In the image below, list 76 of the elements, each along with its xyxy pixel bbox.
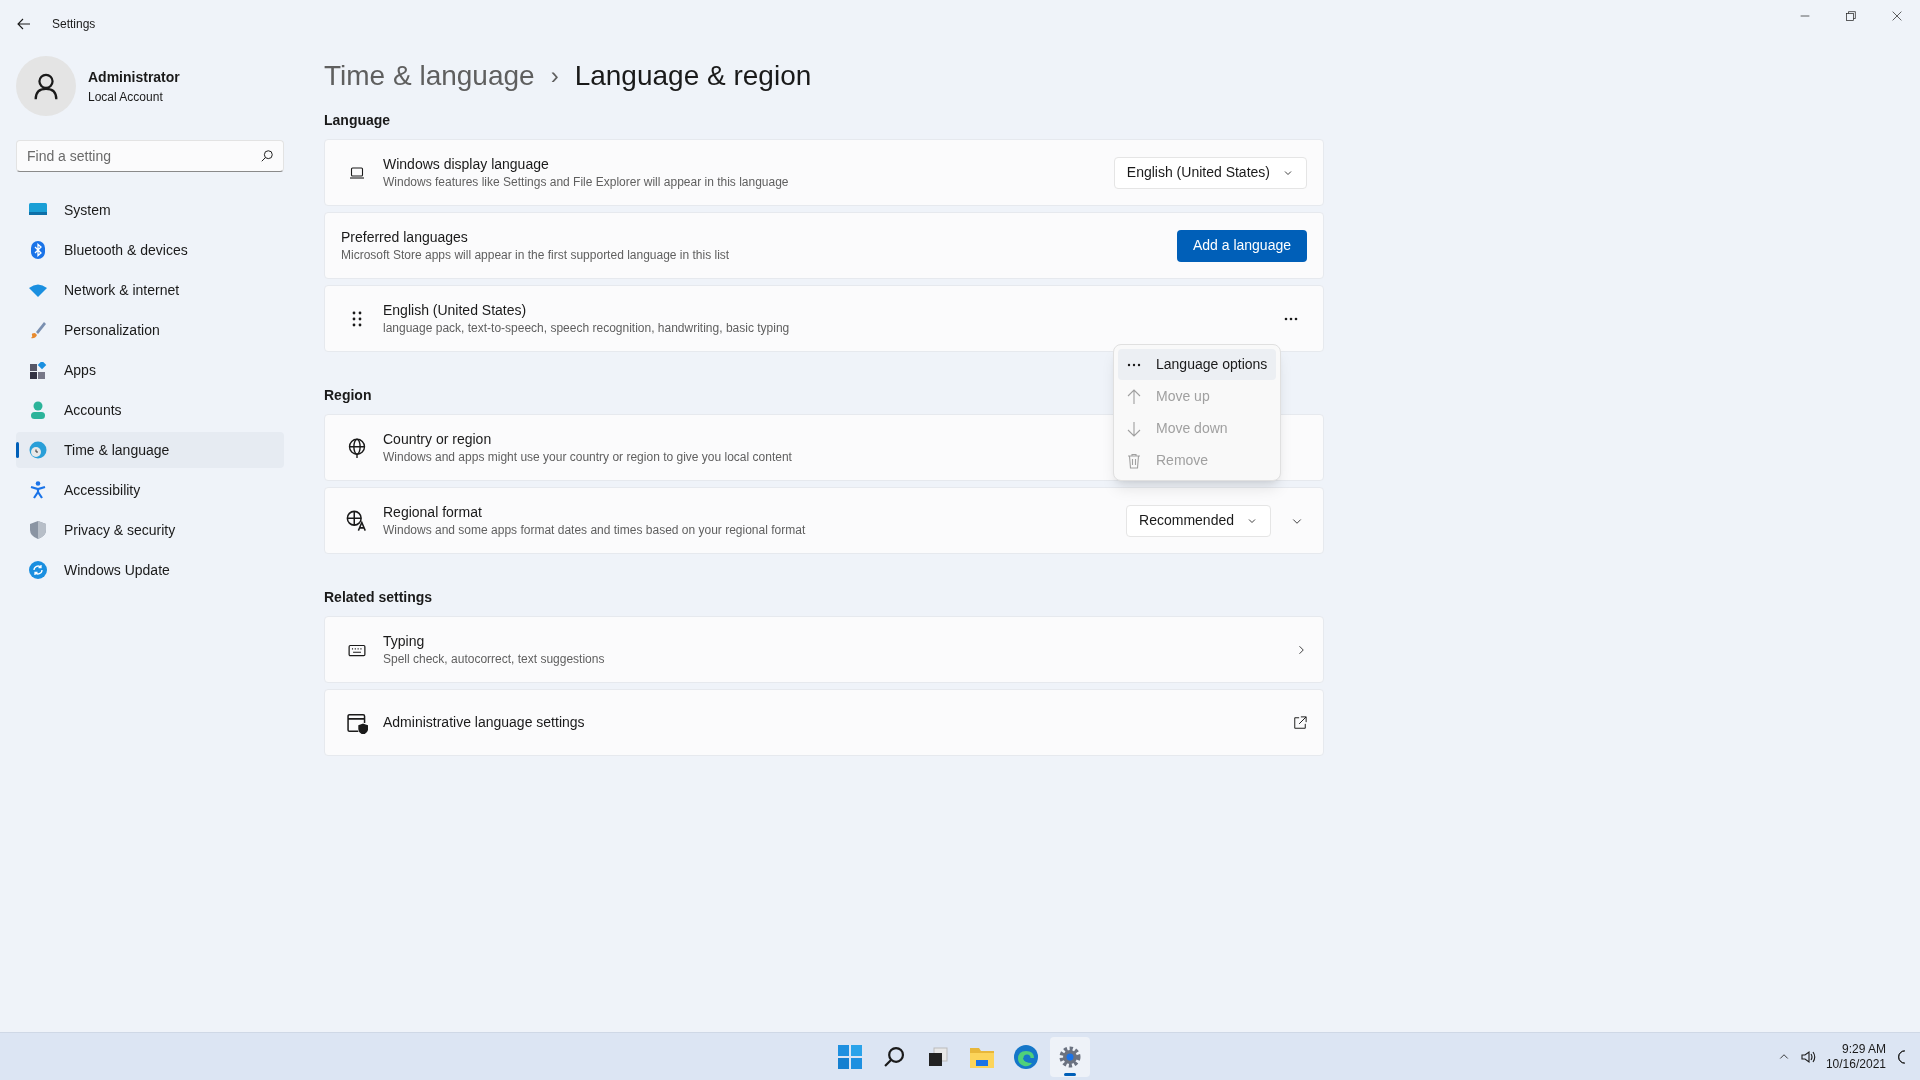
section-heading: Related settings [324, 588, 433, 607]
wifi-icon [29, 283, 47, 297]
windows-logo-icon [838, 1044, 862, 1069]
restore-icon [1846, 11, 1856, 21]
shield-icon [30, 521, 46, 539]
menu-item[interactable]: Language options [1118, 349, 1276, 380]
more-icon [1284, 316, 1298, 321]
clock-time[interactable]: 9:29 AM [1841, 1041, 1886, 1057]
laptop-icon [347, 164, 367, 181]
globe-icon [347, 437, 367, 458]
nav-item[interactable]: Privacy & security [16, 512, 284, 548]
add-language-button[interactable]: Add a language [1176, 229, 1307, 262]
selection-indicator [16, 442, 19, 458]
sync-icon [29, 561, 47, 579]
card-description: Windows features like Settings and File Explorer will appear in this language [383, 174, 789, 190]
card-description: Spell check, autocorrect, text suggestions [383, 651, 605, 667]
drag-handle-icon [352, 310, 362, 327]
folder-icon [970, 1045, 994, 1068]
breadcrumb-separator: › [550, 61, 559, 91]
monitor-icon [29, 203, 47, 217]
back-button[interactable] [16, 16, 32, 32]
account-name: Administrator [88, 67, 180, 87]
close-icon [1892, 11, 1902, 21]
nav-item[interactable]: Personalization [16, 312, 284, 348]
arrow-up-icon [1126, 388, 1142, 405]
breadcrumb-parent[interactable]: Time & language [324, 55, 535, 97]
arrow-down-icon [1126, 420, 1142, 437]
section-heading: Language [324, 111, 391, 130]
card-title: English (United States) [383, 301, 527, 320]
clock-date[interactable]: 10/16/2021 [1825, 1056, 1886, 1072]
nav-item[interactable]: Network & internet [16, 272, 284, 308]
search-icon [260, 149, 274, 163]
task-view-icon [927, 1045, 949, 1068]
page-title: Language & region [574, 59, 812, 93]
card-title: Typing [383, 632, 425, 651]
bluetooth-icon [31, 241, 45, 259]
back-arrow-icon [16, 16, 32, 32]
nav-item[interactable]: Accessibility [16, 472, 284, 508]
nav-item[interactable]: Accounts [16, 392, 284, 428]
globe-letter-icon [346, 509, 368, 532]
card-description: Windows and some apps format dates and times based on your regional format [383, 522, 806, 538]
card-title: Windows display language [383, 155, 549, 174]
card-description: Microsoft Store apps will appear in the first supported language in this list [341, 247, 730, 263]
card-description: language pack, text-to-speech, speech recognition, handwriting, basic typing [383, 320, 790, 336]
section-heading: Region [324, 386, 372, 405]
nav-item[interactable]: Windows Update [16, 552, 284, 588]
nav-item[interactable]: Bluetooth & devices [16, 232, 284, 268]
card-description: Windows and apps might use your country or region to give you local content [383, 449, 792, 465]
format-dropdown[interactable]: Recommended [1126, 504, 1271, 537]
window-shield-icon [346, 711, 368, 734]
more-icon [1127, 362, 1141, 367]
trash-icon [1126, 452, 1142, 469]
apps-icon [29, 361, 47, 379]
card-title: Preferred languages [341, 228, 468, 247]
speaker-icon[interactable] [1799, 1048, 1816, 1065]
gear-icon [1058, 1044, 1082, 1069]
search-icon [883, 1045, 905, 1068]
globe-clock-icon [29, 441, 47, 459]
account-type: Local Account [88, 88, 164, 106]
search-field[interactable]: Find a setting [16, 140, 284, 172]
browser-icon [1014, 1044, 1038, 1069]
nav-item[interactable]: Time & language [16, 432, 284, 468]
card-title: Administrative language settings [383, 713, 585, 732]
card-title: Country or region [383, 430, 492, 449]
settings-card[interactable]: Typing Spell check, autocorrect, text suggestions [324, 616, 1324, 683]
nav-item[interactable]: Apps [16, 352, 284, 388]
active-indicator [1064, 1072, 1076, 1076]
card-title: Regional format [383, 503, 482, 522]
window-title: Settings [52, 16, 96, 33]
brush-icon [30, 321, 46, 339]
person-icon [30, 401, 46, 419]
language-dropdown[interactable]: English (United States) [1113, 156, 1307, 189]
nav-item[interactable]: System [16, 192, 284, 228]
external-link-icon [1293, 715, 1307, 730]
accessibility-icon [30, 481, 46, 499]
settings-card[interactable]: Administrative language settings [324, 689, 1324, 756]
